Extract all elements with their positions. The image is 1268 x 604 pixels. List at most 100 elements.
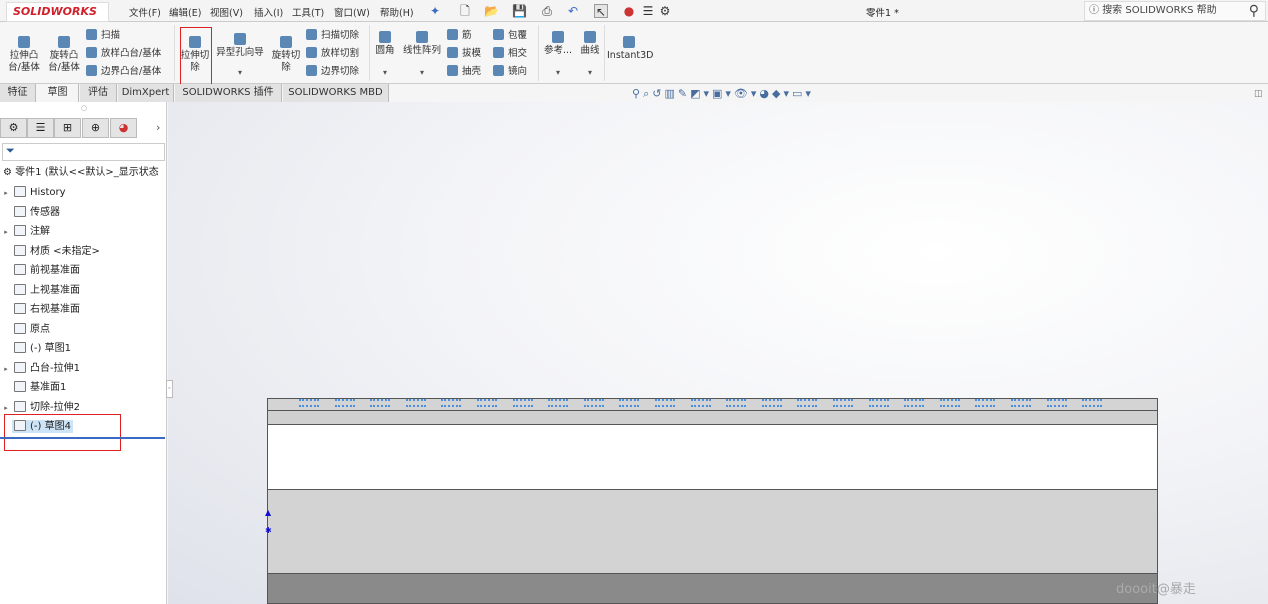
sketch-slot[interactable] [904, 399, 925, 407]
zoom-area-icon[interactable]: ⌕ [643, 87, 652, 100]
sketch-slot[interactable] [583, 399, 604, 407]
property-manager-tab[interactable]: ☰ [27, 118, 54, 138]
save-icon[interactable]: 💾 [512, 4, 527, 18]
loft-cut-button[interactable]: 放样切割 [306, 47, 359, 61]
sketch-slot[interactable] [868, 399, 889, 407]
instant3d-button[interactable]: Instant3D [607, 36, 653, 62]
new-icon[interactable]: 🗋 [458, 4, 472, 18]
reference-geometry-button[interactable]: 参考... ▾ [542, 31, 574, 79]
tab-features[interactable]: 特征 [0, 84, 36, 102]
fillet-button[interactable]: 圆角 ▾ [372, 31, 398, 79]
wrap-button[interactable]: 包覆 [493, 29, 527, 43]
heads-up-view-toolbar[interactable]: ⚲⌕↺▥✎◩▾▣▾👁▾◕◆▾▭▾ [632, 87, 814, 101]
sweep-button[interactable]: 扫描 [86, 29, 120, 43]
sketch-slot[interactable] [761, 399, 782, 407]
zoom-to-fit-icon[interactable]: ⚲ [632, 87, 643, 100]
view-orientation-icon[interactable]: ◩▾ [690, 87, 712, 100]
tree-item[interactable]: 原点 [0, 320, 167, 339]
tree-item[interactable]: 前视基准面 [0, 261, 167, 280]
menu-tools[interactable]: 工具(T) [292, 5, 324, 19]
sketch-slot[interactable] [975, 399, 996, 407]
tree-item[interactable]: ▸ 注解 [0, 222, 167, 241]
menu-view[interactable]: 视图(V) [210, 5, 243, 19]
tree-item[interactable]: ▸ 凸台-拉伸1 [0, 359, 167, 378]
sketch-slot[interactable] [405, 399, 426, 407]
sketch-slot[interactable] [477, 399, 497, 407]
tree-item[interactable]: 基准面1 [0, 378, 167, 397]
sketch-slot[interactable] [939, 399, 960, 407]
options-gear-icon[interactable]: ⚙ [658, 4, 672, 18]
dropdown-arrow[interactable]: ▾ [542, 67, 574, 79]
sketch-slot[interactable] [726, 399, 747, 407]
display-manager-tab[interactable]: ◕ [110, 118, 137, 138]
mirror-button[interactable]: 镜向 [493, 65, 527, 79]
dropdown-arrow[interactable]: ▾ [401, 67, 443, 79]
draft-button[interactable]: 拔模 [447, 47, 481, 61]
help-search-input[interactable]: ⓘ 搜索 SOLIDWORKS 帮助 ⚲ [1084, 1, 1266, 21]
previous-view-icon[interactable]: ↺ [652, 87, 664, 100]
expand-panel-icon[interactable]: ◫ [1254, 89, 1263, 99]
boundary-boss-button[interactable]: 边界凸台/基体 [86, 65, 161, 79]
part-model-section[interactable]: ▲ ✱ [265, 398, 1158, 604]
section-view-icon[interactable]: ▥ [664, 87, 677, 100]
tab-solidworks-mbd[interactable]: SOLIDWORKS MBD [283, 84, 389, 102]
tree-item[interactable]: 上视基准面 [0, 281, 167, 300]
search-icon[interactable]: ⚲ [1249, 2, 1259, 20]
sketch-slot[interactable] [370, 399, 391, 407]
dimxpert-manager-tab[interactable]: ⊕ [82, 118, 109, 138]
edit-appearance-icon[interactable]: ◕ [759, 87, 772, 100]
curves-button[interactable]: 曲线 ▾ [577, 31, 603, 79]
sketch-slot[interactable] [655, 399, 675, 407]
menu-window[interactable]: 窗口(W) [334, 5, 370, 19]
hide-show-icon[interactable]: 👁▾ [734, 87, 760, 100]
tree-item[interactable]: 传感器 [0, 203, 167, 222]
sketch-slot[interactable] [441, 399, 462, 407]
undo-icon[interactable]: ↶ [566, 4, 580, 18]
feature-manager-tab[interactable]: ⚙ [0, 118, 27, 138]
tree-item[interactable]: ▸ History [0, 183, 167, 202]
expand-arrow-icon[interactable]: ▸ [0, 184, 12, 202]
display-style-icon[interactable]: ▣▾ [712, 87, 734, 100]
tab-dimxpert[interactable]: DimXpert [118, 84, 174, 102]
splitter-handle[interactable]: ○ [81, 104, 87, 112]
linear-pattern-button[interactable]: 线性阵列 ▾ [401, 31, 443, 79]
sketch-slot[interactable] [548, 399, 569, 407]
dropdown-arrow[interactable]: ▾ [372, 67, 398, 79]
intersect-button[interactable]: 相交 [493, 47, 527, 61]
loft-boss-button[interactable]: 放样凸台/基体 [86, 47, 161, 61]
extrude-boss-button[interactable]: 拉伸凸台/基体 [6, 36, 42, 74]
select-icon[interactable]: ↖ [594, 4, 608, 19]
sketch-slot[interactable] [334, 399, 355, 407]
sketch-slot[interactable] [512, 399, 533, 407]
sketch-slot[interactable] [1011, 399, 1031, 407]
rib-button[interactable]: 筋 [447, 29, 472, 43]
boundary-cut-button[interactable]: 边界切除 [306, 65, 359, 79]
dropdown-arrow[interactable]: ▾ [214, 67, 266, 79]
panel-collapse-handle[interactable]: ◦ [166, 380, 173, 398]
hole-wizard-button[interactable]: 异型孔向导 ▾ [214, 33, 266, 79]
dynamic-annotation-icon[interactable]: ✎ [678, 87, 690, 100]
expand-arrow-icon[interactable]: ▸ [0, 223, 12, 241]
sketch-slot[interactable] [299, 399, 319, 407]
tree-item[interactable]: 右视基准面 [0, 300, 167, 319]
tree-root[interactable]: ⚙ 零件1 (默认<<默认>_显示状态 [0, 163, 167, 182]
sketch-slot[interactable] [833, 399, 853, 407]
tree-item[interactable]: 材质 <未指定> [0, 242, 167, 261]
tree-item[interactable]: (-) 草图1 [0, 339, 167, 358]
sweep-cut-button[interactable]: 扫描切除 [306, 29, 359, 43]
view-settings-icon[interactable]: ▭▾ [792, 87, 814, 100]
dropdown-arrow[interactable]: ▾ [577, 67, 603, 79]
menu-edit[interactable]: 编辑(E) [169, 5, 201, 19]
menu-file[interactable]: 文件(F) [129, 5, 161, 19]
open-icon[interactable]: 📂 [484, 4, 499, 18]
tab-solidworks-addins[interactable]: SOLIDWORKS 插件 [175, 84, 282, 102]
solidworks-logo[interactable]: SOLIDWORKS [6, 2, 109, 22]
tree-filter-input[interactable]: ⏷ [2, 143, 165, 161]
shell-button[interactable]: 抽壳 [447, 65, 481, 79]
revolve-boss-button[interactable]: 旋转凸台/基体 [46, 36, 82, 74]
sketch-slot[interactable] [1046, 399, 1067, 407]
apply-scene-icon[interactable]: ◆▾ [772, 87, 792, 100]
pin-icon[interactable]: ✦ [428, 4, 442, 18]
file-properties-icon[interactable]: ☰ [641, 4, 655, 18]
sketch4-entities[interactable] [267, 398, 1158, 410]
